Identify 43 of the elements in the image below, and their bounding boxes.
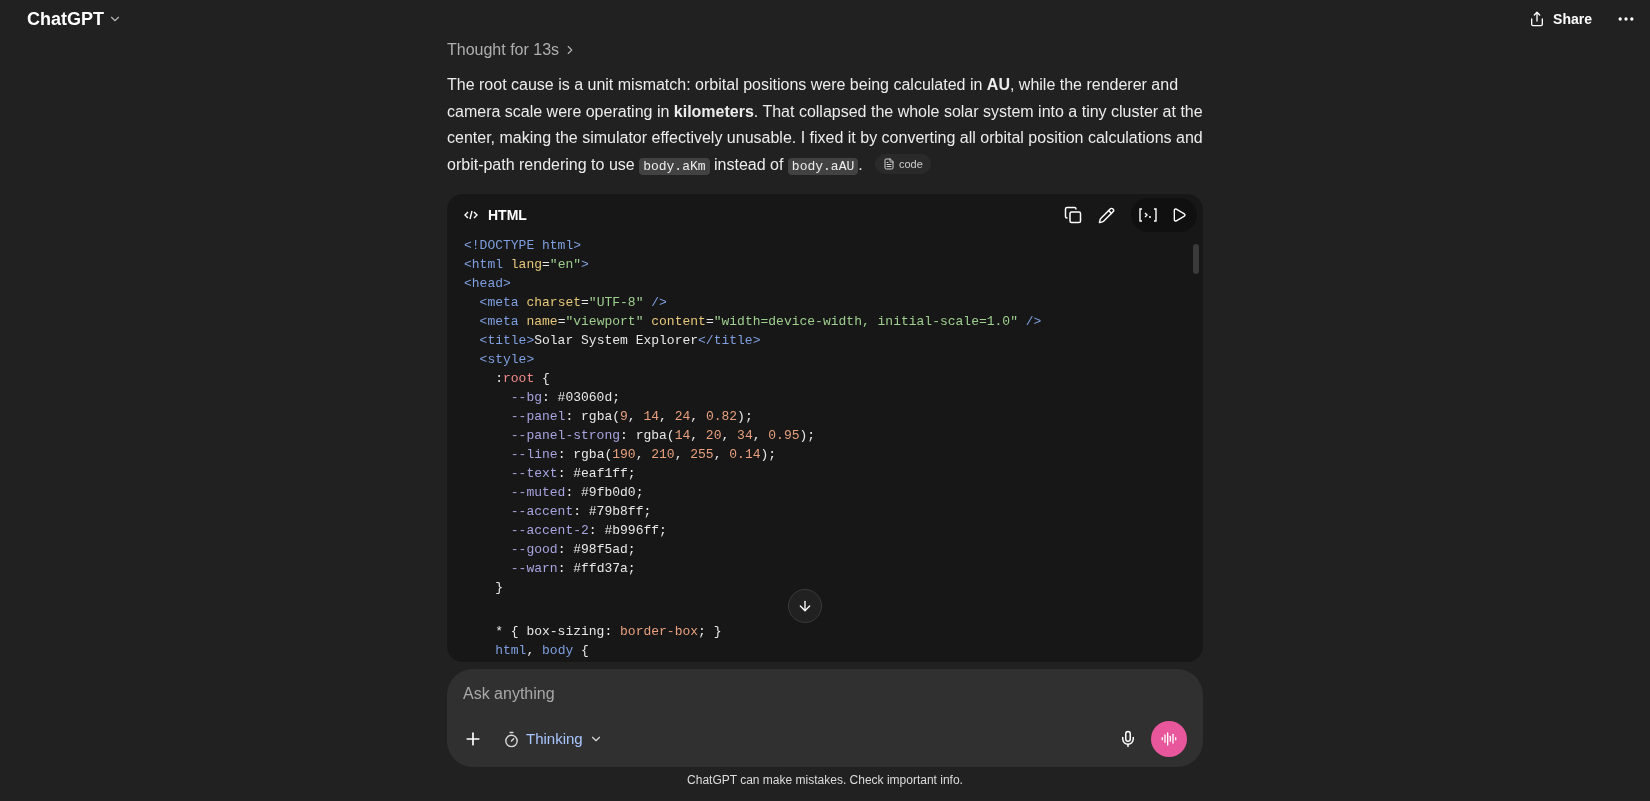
mode-selector[interactable]: Thinking — [495, 723, 611, 755]
document-icon — [883, 158, 895, 170]
code-line: --panel-strong: rgba(14, 20, 34, 0.95); — [509, 427, 816, 445]
code-line: --panel: rgba(9, 14, 24, 0.82); — [509, 408, 753, 426]
code-line: <meta name="viewport" content="width=device-width, initial-scale=1.0" /> — [478, 313, 1042, 331]
code-line: * { box-sizing: border-box; } — [494, 623, 722, 641]
terminal-icon[interactable] — [1139, 208, 1157, 222]
code-line: --accent-2: #b996ff; — [509, 522, 667, 540]
source-chip[interactable]: code — [875, 154, 931, 174]
thought-toggle[interactable]: Thought for 13s — [447, 38, 578, 62]
code-line: --accent: #79b8ff; — [509, 503, 652, 521]
copy-icon[interactable] — [1064, 206, 1082, 224]
code-line: <meta charset="UTF-8" /> — [478, 294, 667, 312]
code-line: --good: #98f5ad; — [509, 541, 636, 559]
code-line: } — [494, 579, 503, 597]
code-line: :root { — [494, 370, 550, 388]
arrow-down-icon — [797, 598, 813, 614]
code-line: <title>Solar System Explorer</title> — [478, 332, 761, 350]
audio-wave-icon — [1161, 731, 1177, 747]
scroll-down-button[interactable] — [788, 589, 822, 623]
timer-icon — [503, 730, 520, 748]
code-line: <style> — [478, 351, 535, 369]
code-line: <html lang="en"> — [464, 256, 589, 274]
code-line: --muted: #9fb0d0; — [509, 484, 644, 502]
share-icon — [1529, 11, 1546, 27]
code-language-label: HTML — [488, 205, 527, 225]
code-line: <head> — [464, 275, 511, 293]
code-icon — [464, 210, 478, 220]
edit-icon[interactable] — [1098, 206, 1115, 224]
scrollbar — [1193, 244, 1199, 274]
code-line: --bg: #03060d; — [509, 389, 621, 407]
microphone-icon[interactable] — [1119, 730, 1137, 748]
code-line: html, body { — [494, 642, 589, 660]
message-input[interactable]: Ask anything — [463, 682, 1187, 706]
code-line: --warn: #ffd37a; — [509, 560, 636, 578]
run-icon[interactable] — [1171, 207, 1187, 223]
code-line: <!DOCTYPE html> — [464, 237, 582, 255]
code-line: --text: #eaf1ff; — [509, 465, 636, 483]
disclaimer-text: ChatGPT can make mistakes. Check important info. — [686, 772, 964, 788]
model-selector[interactable]: ChatGPT — [27, 5, 122, 33]
code-line: --line: rgba(190, 210, 255, 0.14); — [509, 446, 777, 464]
voice-mode-button[interactable] — [1151, 721, 1187, 757]
share-button[interactable]: Share — [1521, 4, 1600, 34]
